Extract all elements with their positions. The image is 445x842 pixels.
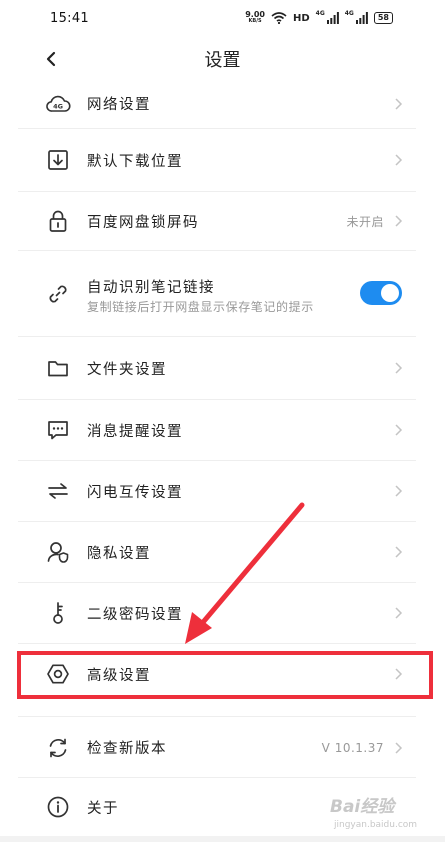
watermark-main: Bai经验 xyxy=(330,797,395,817)
baidu-jingyan-watermark: Bai经验 jingyan.baidu.com xyxy=(330,792,417,830)
annotation-arrow xyxy=(185,502,305,644)
bottom-edge xyxy=(0,836,445,842)
watermark-url: jingyan.baidu.com xyxy=(334,820,418,830)
